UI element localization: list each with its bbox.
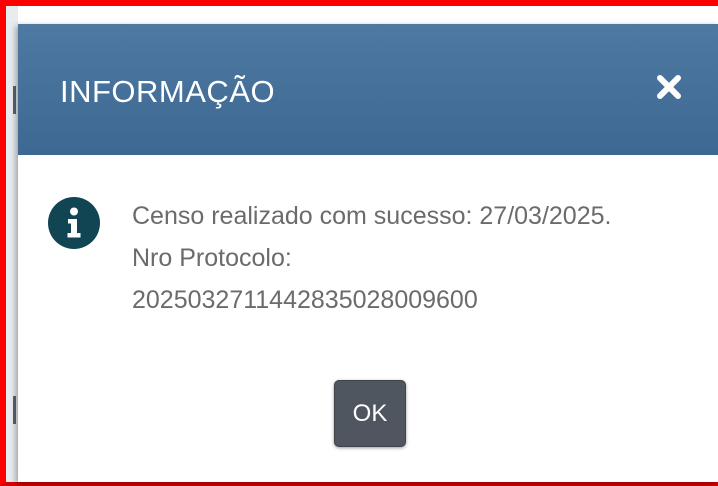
info-icon <box>48 197 100 249</box>
protocol-label: Nro Protocolo: <box>132 244 292 272</box>
dialog-header: INFORMAÇÃO <box>18 24 718 155</box>
background-element <box>13 396 16 424</box>
dialog-message: Censo realizado com sucesso: 27/03/2025.… <box>132 195 702 321</box>
close-icon <box>657 75 681 99</box>
information-dialog: INFORMAÇÃO Censo realizado com sucesso: … <box>18 24 718 482</box>
protocol-number: 20250327114428350280096​00 <box>132 286 478 314</box>
close-button[interactable] <box>646 64 692 110</box>
success-message: Censo realizado com sucesso: 27/03/2025. <box>132 202 612 230</box>
background-element <box>13 86 16 114</box>
dialog-title: INFORMAÇÃO <box>60 74 276 109</box>
dialog-body: Censo realizado com sucesso: 27/03/2025.… <box>18 155 718 482</box>
ok-button[interactable]: OK <box>334 380 406 447</box>
background-page-edge <box>6 6 18 482</box>
